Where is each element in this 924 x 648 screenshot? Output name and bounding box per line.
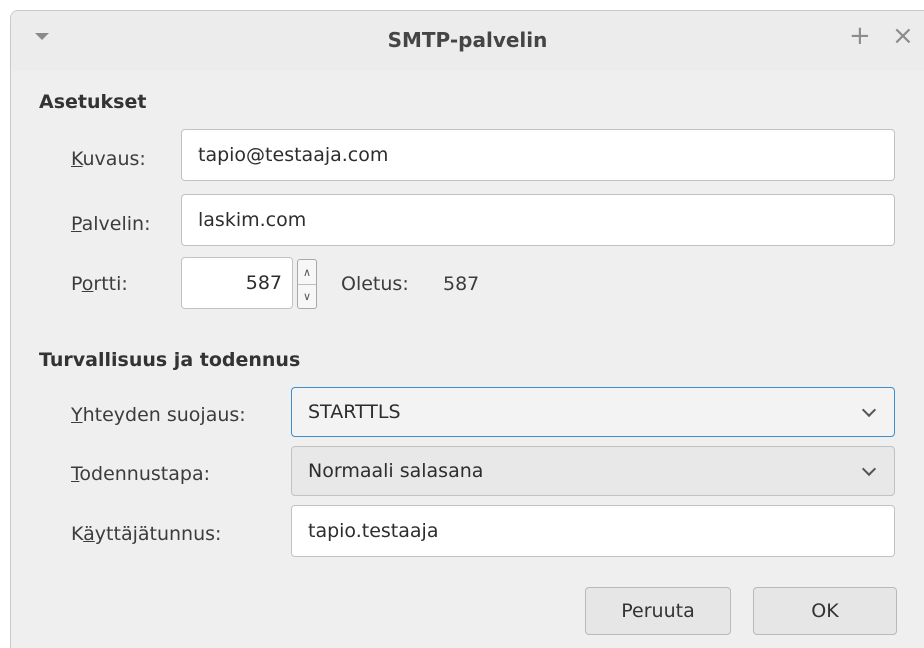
auth-method-label: Todennustapa:: [71, 463, 210, 485]
close-icon[interactable]: ×: [892, 23, 914, 49]
ok-button[interactable]: OK: [753, 587, 897, 635]
spin-down-icon[interactable]: ∨: [298, 284, 316, 308]
security-heading: Turvallisuus ja todennus: [39, 349, 301, 371]
chevron-down-icon: [861, 402, 877, 418]
port-spinner[interactable]: ∧ ∨: [297, 259, 317, 309]
chevron-down-icon: [861, 461, 877, 477]
window-title: SMTP-palvelin: [387, 28, 548, 52]
connection-security-value: STARTTLS: [308, 401, 401, 423]
title-bar: SMTP-palvelin + ×: [11, 11, 924, 71]
username-label: Käyttäjätunnus:: [71, 523, 222, 545]
maximize-icon[interactable]: +: [849, 23, 871, 49]
server-label: Palvelin:: [71, 213, 151, 235]
description-label: Kuvaus:: [71, 148, 146, 170]
port-field[interactable]: 587: [181, 257, 293, 309]
auth-method-select[interactable]: Normaali salasana: [291, 446, 895, 496]
port-default-label: Oletus:: [341, 273, 409, 295]
auth-method-value: Normaali salasana: [308, 460, 484, 482]
server-field[interactable]: laskim.com: [181, 194, 895, 246]
cancel-button[interactable]: Peruuta: [585, 587, 731, 635]
connection-security-label: Yhteyden suojaus:: [71, 404, 246, 426]
description-field[interactable]: tapio@testaaja.com: [181, 129, 895, 181]
spin-up-icon[interactable]: ∧: [298, 260, 316, 285]
smtp-dialog: SMTP-palvelin + × Asetukset Kuvaus: tapi…: [10, 10, 924, 648]
port-label: Portti:: [71, 273, 128, 295]
settings-heading: Asetukset: [39, 91, 147, 113]
username-field[interactable]: tapio.testaaja: [291, 505, 895, 557]
connection-security-select[interactable]: STARTTLS: [291, 387, 895, 437]
port-default-value: 587: [443, 273, 480, 295]
